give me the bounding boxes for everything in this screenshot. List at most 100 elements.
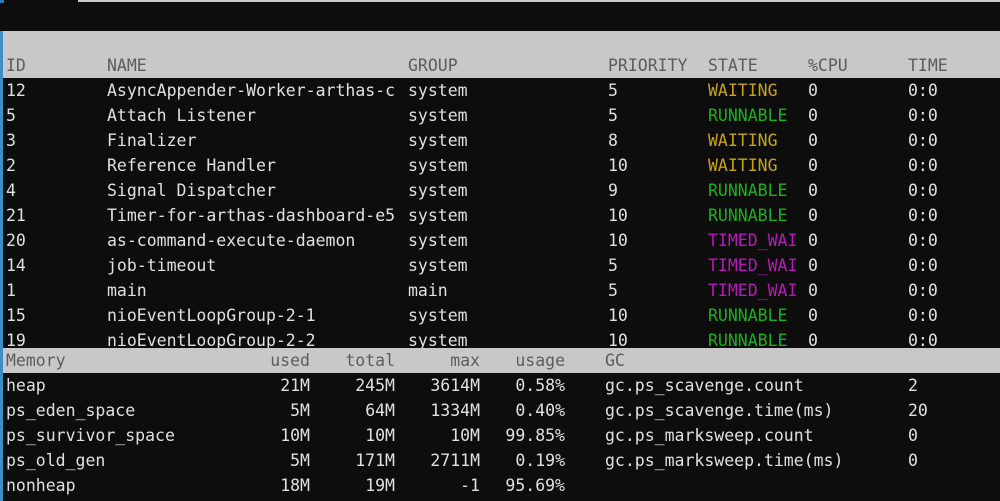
thread-group: system <box>408 306 468 325</box>
gc-row[interactable]: gc.ps_scavenge.count 2 <box>0 373 1000 398</box>
thread-row[interactable]: 20 as-command-execute-daemon system 10 TIMED… <box>0 228 1000 253</box>
thread-name: as-command-execute-daemon <box>107 231 356 250</box>
thread-state: RUNNABLE <box>708 306 788 325</box>
thread-row[interactable]: 3 Finalizer system 8 WAITING 0 0:0 <box>0 128 1000 153</box>
thread-cpu: 0 <box>808 106 818 125</box>
thread-name: nioEventLoopGroup-2-1 <box>107 306 316 325</box>
gc-name: gc.ps_scavenge.time(ms) <box>605 401 834 420</box>
thread-priority: 10 <box>608 306 628 325</box>
thread-priority: 5 <box>608 256 618 275</box>
thread-state: RUNNABLE <box>708 106 788 125</box>
thread-row[interactable]: 4 Signal Dispatcher system 9 RUNNABLE 0 0:0 <box>0 178 1000 203</box>
thread-id: 15 <box>6 306 26 325</box>
thread-table-header: ID NAME GROUP PRIORITY STATE %CPU TIME <box>0 31 1000 78</box>
thread-group: system <box>408 81 468 100</box>
thread-state: TIMED_WAI <box>708 231 798 250</box>
terminal-window: $ dashboard ID NAME GROUP PRIORITY STATE… <box>0 0 1000 501</box>
header-name: NAME <box>107 56 147 75</box>
gc-row[interactable]: gc.ps_scavenge.time(ms) 20 <box>0 398 1000 423</box>
thread-state: TIMED_WAI <box>708 281 798 300</box>
gc-name: gc.ps_marksweep.count <box>605 426 814 445</box>
thread-row[interactable]: 21 Timer-for-arthas-dashboard-e5 system 10 R… <box>0 203 1000 228</box>
thread-cpu: 0 <box>808 256 818 275</box>
thread-state: RUNNABLE <box>708 206 788 225</box>
thread-priority: 10 <box>608 156 628 175</box>
top-gray-strip <box>78 0 1000 2</box>
thread-name: main <box>107 281 147 300</box>
thread-row[interactable]: 2 Reference Handler system 10 WAITING 0 0:0 <box>0 153 1000 178</box>
thread-cpu: 0 <box>808 156 818 175</box>
thread-time: 0:0 <box>908 156 938 175</box>
thread-name: Signal Dispatcher <box>107 181 276 200</box>
thread-time: 0:0 <box>908 81 938 100</box>
thread-id: 4 <box>6 181 16 200</box>
thread-id: 1 <box>6 281 16 300</box>
thread-name: job-timeout <box>107 256 217 275</box>
header-id: ID <box>6 56 26 75</box>
thread-group: system <box>408 181 468 200</box>
memory-row[interactable]: nonheap 18M 19M -1 95.69% <box>0 473 1000 498</box>
thread-cpu: 0 <box>808 81 818 100</box>
thread-id: 2 <box>6 156 16 175</box>
header-group: GROUP <box>408 56 458 75</box>
gc-row[interactable]: gc.ps_marksweep.count 0 <box>0 423 1000 448</box>
thread-cpu: 0 <box>808 306 818 325</box>
thread-time: 0:0 <box>908 131 938 150</box>
thread-state: WAITING <box>708 156 778 175</box>
thread-name: Attach Listener <box>107 106 257 125</box>
thread-time: 0:0 <box>908 256 938 275</box>
thread-group: system <box>408 256 468 275</box>
thread-group: system <box>408 231 468 250</box>
command-line[interactable]: $ dashboard <box>0 3 1000 54</box>
memory-usage: 95.69% <box>505 476 565 495</box>
thread-row[interactable]: 12 AsyncAppender-Worker-arthas-c system 5 WA… <box>0 78 1000 103</box>
thread-cpu: 0 <box>808 281 818 300</box>
header-time: TIME <box>908 56 948 75</box>
thread-row[interactable]: 1 main main 5 TIMED_WAI 0 0:0 <box>0 278 1000 303</box>
thread-group: system <box>408 206 468 225</box>
thread-cpu: 0 <box>808 181 818 200</box>
thread-name: Finalizer <box>107 131 197 150</box>
thread-group: system <box>408 131 468 150</box>
thread-group: main <box>408 281 448 300</box>
thread-id: 21 <box>6 206 26 225</box>
thread-name: AsyncAppender-Worker-arthas-c <box>107 81 396 100</box>
thread-cpu: 0 <box>808 231 818 250</box>
thread-name: Timer-for-arthas-dashboard-e5 <box>107 206 396 225</box>
header-memory: Memory <box>6 351 66 370</box>
thread-priority: 10 <box>608 206 628 225</box>
thread-priority: 5 <box>608 81 618 100</box>
thread-row[interactable]: 15 nioEventLoopGroup-2-1 system 10 RUNNABLE 0… <box>0 303 1000 328</box>
thread-priority: 5 <box>608 281 618 300</box>
thread-time: 0:0 <box>908 206 938 225</box>
thread-row[interactable]: 14 job-timeout system 5 TIMED_WAI 0 0:0 <box>0 253 1000 278</box>
thread-state: RUNNABLE <box>708 181 788 200</box>
thread-priority: 9 <box>608 181 618 200</box>
header-usage: usage <box>515 351 565 370</box>
header-gc: GC <box>605 351 625 370</box>
memory-name: nonheap <box>6 476 76 495</box>
gc-value: 0 <box>908 426 918 445</box>
gc-value: 20 <box>908 401 928 420</box>
thread-priority: 5 <box>608 106 618 125</box>
thread-id: 20 <box>6 231 26 250</box>
gc-row[interactable]: gc.ps_marksweep.time(ms) 0 <box>0 448 1000 473</box>
thread-cpu: 0 <box>808 131 818 150</box>
thread-state: WAITING <box>708 81 778 100</box>
gc-name: gc.ps_marksweep.time(ms) <box>605 451 844 470</box>
thread-row[interactable]: 5 Attach Listener system 5 RUNNABLE 0 0:0 <box>0 103 1000 128</box>
thread-time: 0:0 <box>908 181 938 200</box>
thread-priority: 8 <box>608 131 618 150</box>
thread-time: 0:0 <box>908 281 938 300</box>
gc-value: 2 <box>908 376 918 395</box>
gc-value: 0 <box>908 451 918 470</box>
header-priority: PRIORITY <box>608 56 688 75</box>
header-state: STATE <box>708 56 758 75</box>
thread-group: system <box>408 106 468 125</box>
thread-id: 12 <box>6 81 26 100</box>
thread-id: 5 <box>6 106 16 125</box>
thread-priority: 10 <box>608 231 628 250</box>
thread-name: Reference Handler <box>107 156 276 175</box>
thread-id: 3 <box>6 131 16 150</box>
thread-time: 0:0 <box>908 106 938 125</box>
